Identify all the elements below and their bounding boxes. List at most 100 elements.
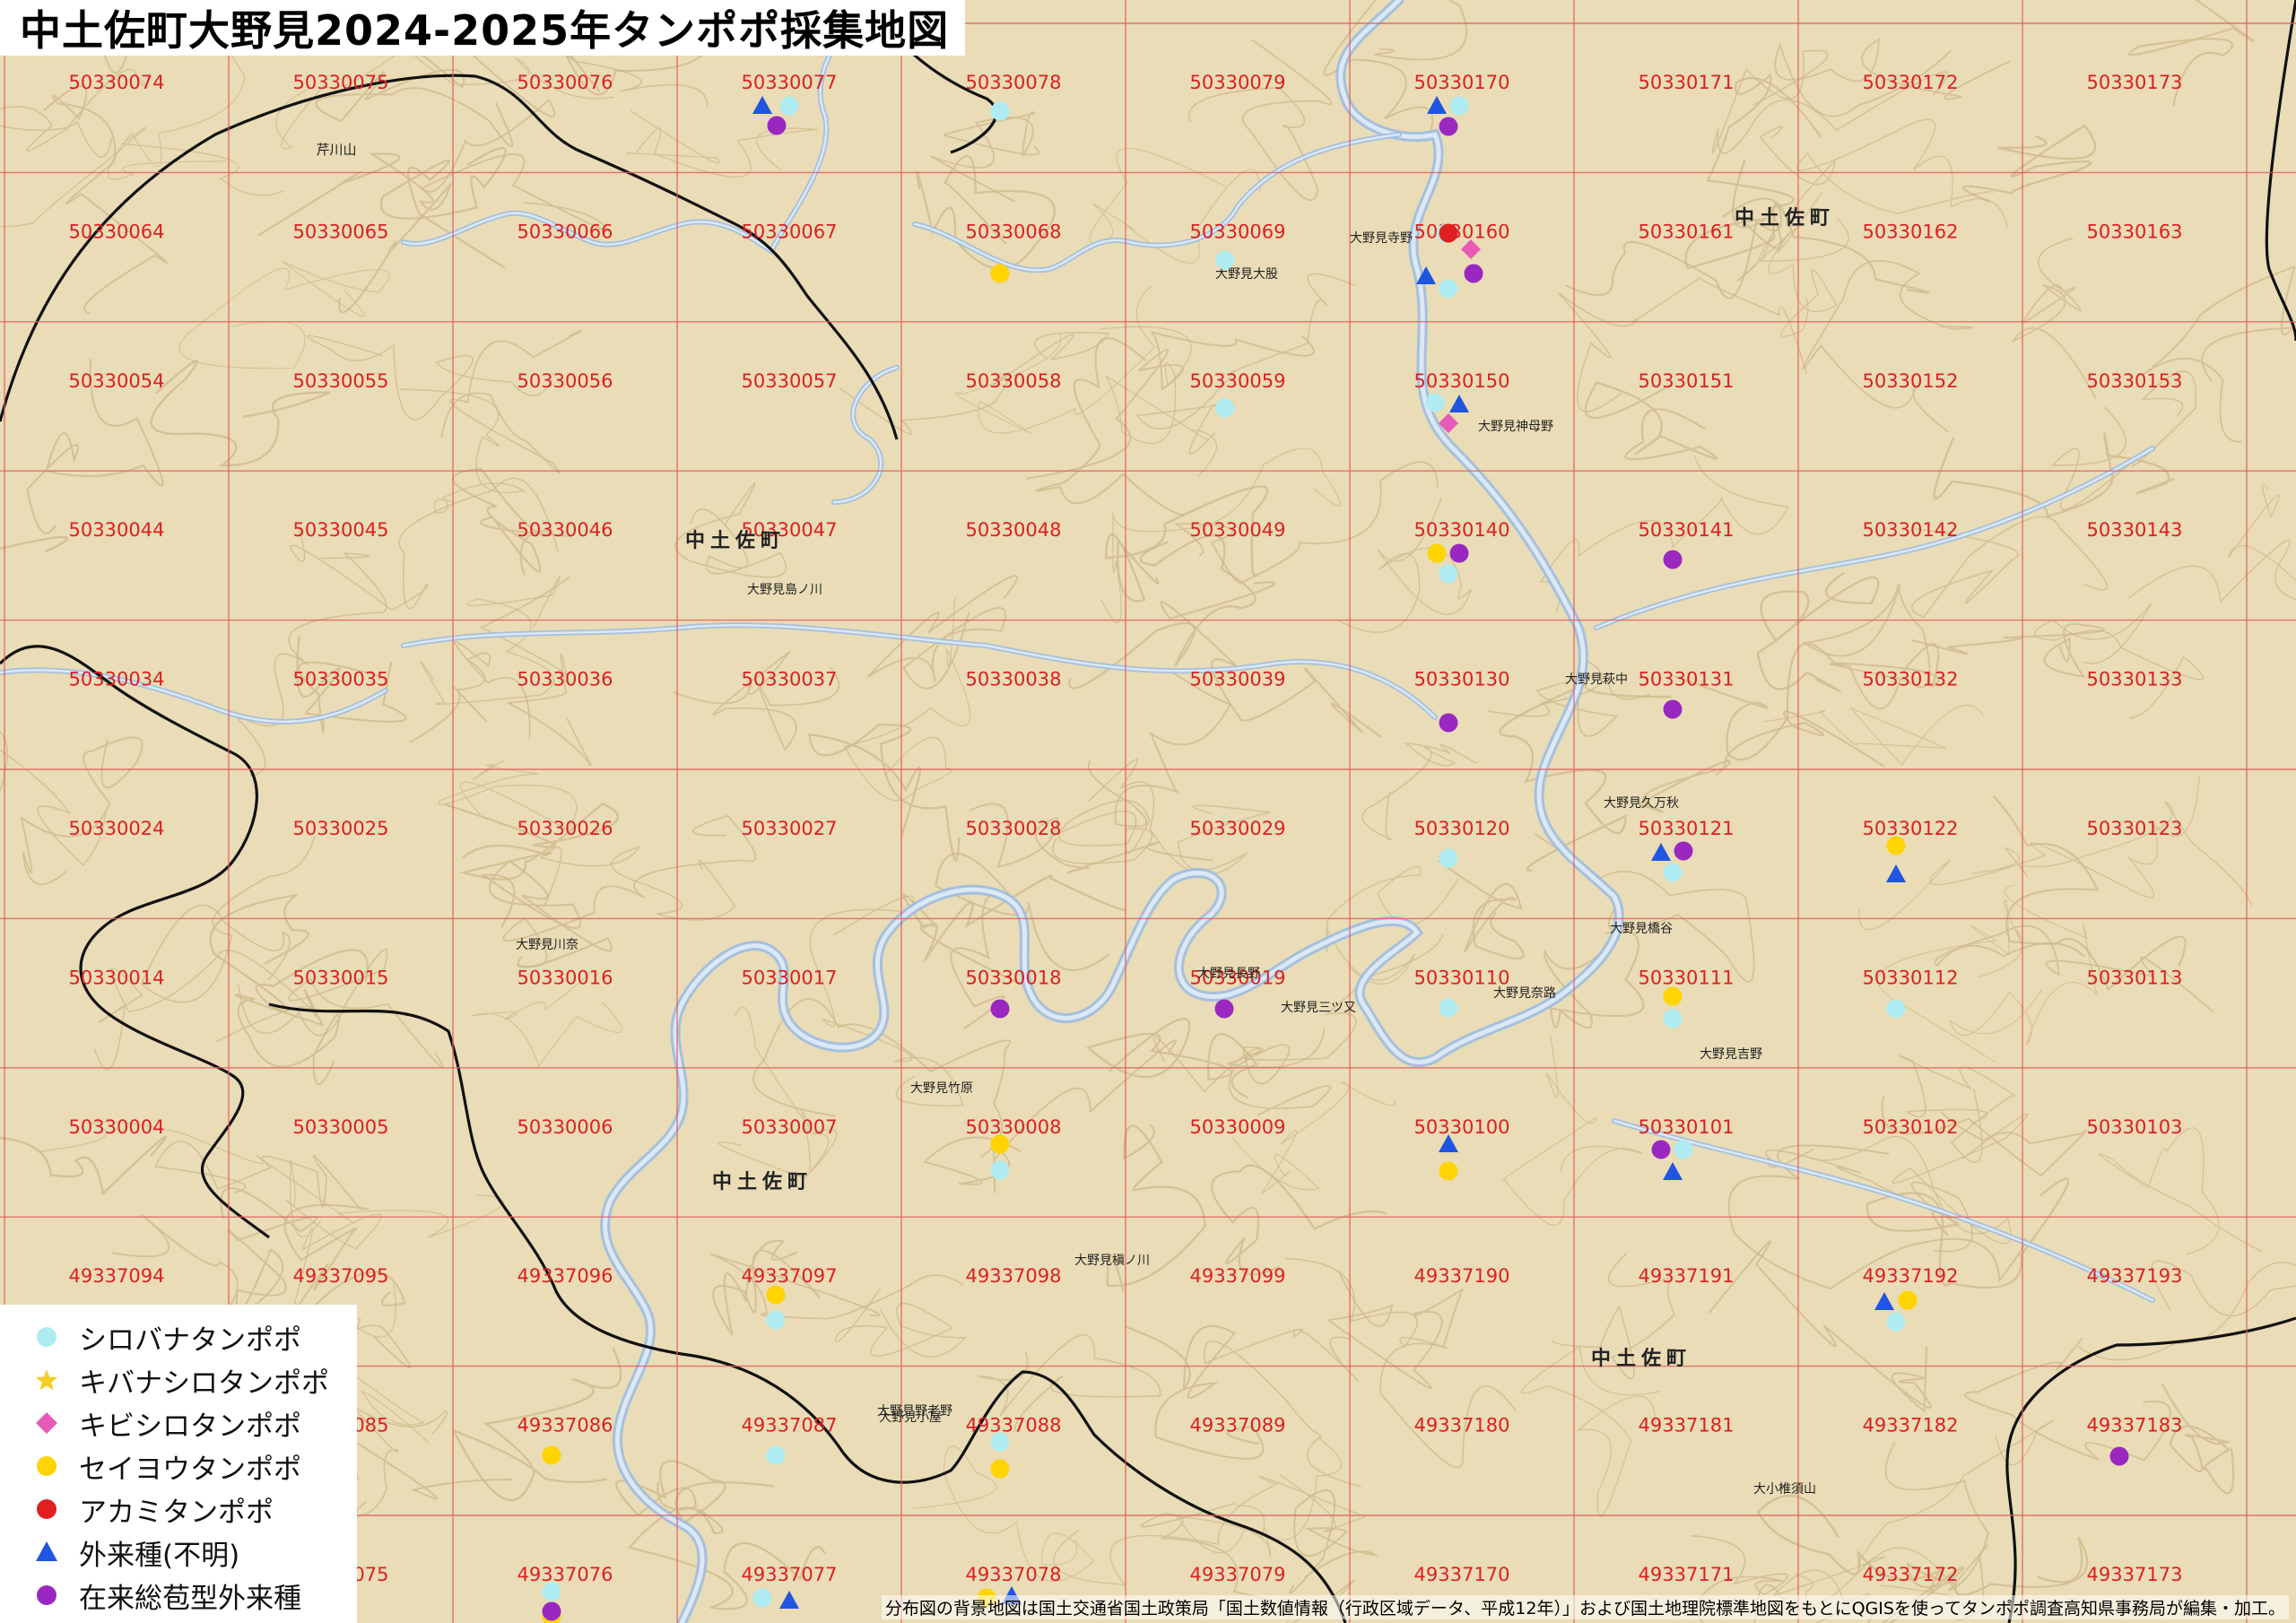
species-marker-shirobana[interactable] (1439, 848, 1458, 868)
species-marker-zairai[interactable] (1674, 841, 1693, 861)
legend-circle-icon (37, 1327, 57, 1347)
species-marker-shirobana[interactable] (990, 1432, 1010, 1452)
species-marker-shirobana[interactable] (1439, 564, 1458, 584)
mesh-code-label: 50330101 (1639, 1116, 1735, 1138)
place-label: 大野見川奈 (516, 938, 578, 952)
species-marker-seiyou[interactable] (1886, 836, 1906, 855)
species-marker-shirobana[interactable] (1425, 393, 1445, 412)
species-marker-zairai[interactable] (1663, 699, 1683, 719)
species-marker-zairai[interactable] (990, 999, 1010, 1019)
legend-item: アカミタンポポ (0, 1488, 357, 1531)
mesh-code-label: 49337095 (293, 1265, 389, 1287)
map-title-box: 中土佐町大野見2024-2025年タンポポ採集地図 (0, 0, 966, 56)
species-marker-shirobana[interactable] (1663, 1009, 1683, 1028)
mesh-code-label: 50330133 (2087, 669, 2183, 690)
mesh-code-label: 50330170 (1414, 72, 1510, 93)
species-marker-shirobana[interactable] (1663, 863, 1683, 882)
legend-star-icon (35, 1369, 58, 1391)
species-marker-shirobana[interactable] (990, 101, 1010, 121)
mesh-code-label: 50330130 (1414, 669, 1510, 690)
species-marker-akami[interactable] (1439, 223, 1458, 243)
species-marker-zairai[interactable] (1651, 1140, 1671, 1159)
mesh-code-label: 50330037 (742, 669, 838, 690)
mesh-code-label: 50330076 (517, 72, 613, 93)
mesh-code-label: 49337089 (1190, 1415, 1286, 1436)
species-marker-shirobana[interactable] (990, 1160, 1010, 1180)
mesh-code-label: 50330172 (1863, 72, 1959, 93)
mesh-code-label: 50330024 (69, 818, 165, 839)
mesh-code-label: 50330066 (517, 221, 613, 242)
species-marker-seiyou[interactable] (1427, 543, 1447, 563)
mesh-code-label: 50330046 (517, 519, 613, 541)
species-marker-zairai[interactable] (542, 1601, 561, 1621)
species-marker-zairai[interactable] (2109, 1446, 2129, 1466)
mesh-code-label: 49337097 (742, 1265, 838, 1287)
mesh-code-label: 50330038 (966, 669, 1062, 690)
mesh-code-label: 50330140 (1414, 519, 1510, 541)
place-label: 大小椎須山 (1753, 1482, 1816, 1497)
mesh-code-label: 49337077 (742, 1564, 838, 1585)
species-marker-shirobana[interactable] (766, 1445, 786, 1465)
place-label: 大野見島ノ川 (747, 583, 822, 597)
mesh-code-label: 50330160 (1414, 221, 1510, 242)
species-marker-zairai[interactable] (767, 116, 787, 135)
mesh-code-label: 49337094 (69, 1265, 165, 1287)
species-marker-seiyou[interactable] (990, 1134, 1010, 1154)
species-marker-shirobana[interactable] (1215, 398, 1235, 418)
species-marker-shirobana[interactable] (1439, 998, 1458, 1018)
species-marker-seiyou[interactable] (990, 1459, 1010, 1479)
species-marker-shirobana[interactable] (1886, 1312, 1906, 1332)
mesh-code-label: 50330151 (1639, 370, 1735, 392)
mesh-code-label: 50330141 (1639, 519, 1735, 541)
species-marker-shirobana[interactable] (1215, 250, 1235, 270)
place-label: 大野見三ツ又 (1281, 1001, 1356, 1015)
species-marker-zairai[interactable] (1214, 999, 1234, 1019)
species-marker-zairai[interactable] (1449, 543, 1469, 563)
species-marker-shirobana[interactable] (766, 1310, 786, 1330)
species-marker-zairai[interactable] (1663, 550, 1683, 569)
legend-circle-icon (37, 1585, 57, 1605)
mesh-code-label: 49337191 (1639, 1265, 1735, 1287)
species-marker-shirobana[interactable] (779, 96, 799, 116)
mesh-code-label: 50330173 (2087, 72, 2183, 93)
mesh-code-label: 50330057 (742, 370, 838, 392)
mesh-code-label: 50330054 (69, 370, 165, 392)
mesh-code-label: 50330027 (742, 818, 838, 839)
mesh-code-label: 50330120 (1414, 818, 1510, 839)
species-marker-seiyou[interactable] (542, 1445, 561, 1465)
species-marker-shirobana[interactable] (1886, 999, 1906, 1019)
species-marker-seiyou[interactable] (1898, 1290, 1918, 1310)
mesh-code-label: 49337170 (1414, 1564, 1510, 1585)
place-label: 芹川山 (316, 142, 356, 158)
species-marker-zairai[interactable] (1439, 117, 1458, 136)
mesh-code-label: 50330075 (293, 72, 389, 93)
species-marker-zairai[interactable] (1439, 713, 1458, 733)
mesh-code-label: 50330014 (69, 967, 165, 988)
mesh-code-label: 49337079 (1190, 1564, 1286, 1585)
mesh-code-label: 50330039 (1190, 669, 1286, 690)
legend-item: キバナシロタンポポ (0, 1358, 357, 1402)
mesh-code-label: 50330006 (517, 1116, 613, 1138)
place-label: 大野見長野 (1197, 967, 1260, 981)
species-marker-seiyou[interactable] (766, 1285, 786, 1305)
species-marker-shirobana[interactable] (1674, 1140, 1693, 1159)
mesh-code-label: 50330111 (1639, 967, 1735, 988)
species-marker-shirobana[interactable] (752, 1588, 772, 1608)
species-marker-shirobana[interactable] (542, 1582, 561, 1601)
species-marker-shirobana[interactable] (1439, 279, 1458, 299)
mesh-code-label: 50330008 (966, 1116, 1062, 1138)
species-marker-seiyou[interactable] (990, 264, 1010, 283)
mesh-code-label: 49337183 (2087, 1415, 2183, 1436)
mesh-code-label: 50330079 (1190, 72, 1286, 93)
species-marker-seiyou[interactable] (1439, 1161, 1458, 1181)
species-marker-shirobana[interactable] (1449, 96, 1469, 116)
legend: シロバナタンポポ キバナシロタンポポ キビシロタンポポ セイヨウタンポポ アカミタンポポ… (0, 1305, 357, 1623)
mesh-code-label: 50330058 (966, 370, 1062, 392)
place-label: 中土佐町 (1591, 1347, 1692, 1370)
mesh-code-label: 49337171 (1639, 1564, 1735, 1585)
mesh-code-label: 49337180 (1414, 1415, 1510, 1436)
place-label: 大野見神母野 (1478, 420, 1553, 434)
legend-label: キバナシロタンポポ (79, 1367, 329, 1400)
species-marker-zairai[interactable] (1464, 264, 1483, 283)
species-marker-seiyou[interactable] (1663, 986, 1683, 1006)
